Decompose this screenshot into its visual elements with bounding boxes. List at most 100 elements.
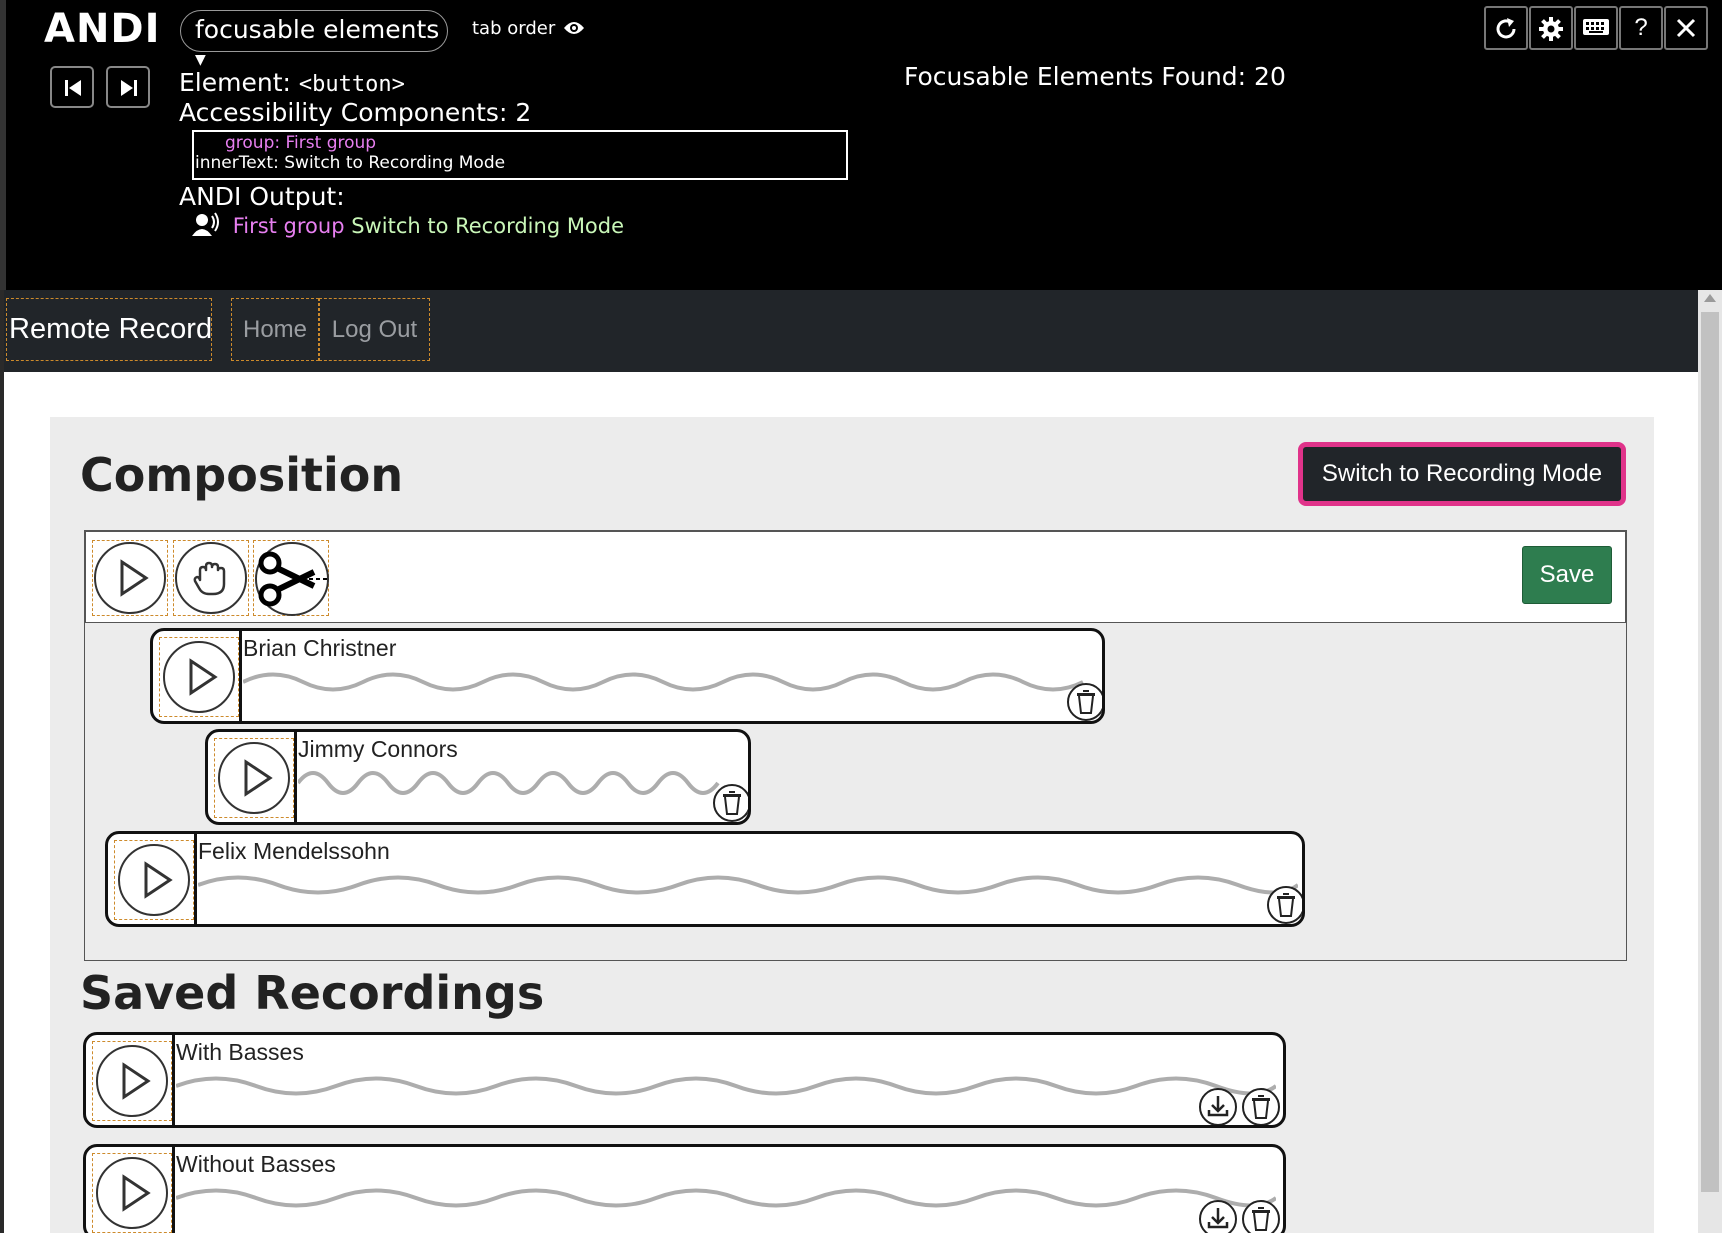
track-item: Brian Christner: [150, 628, 1105, 724]
settings-button[interactable]: [1529, 6, 1573, 50]
play-button-circle: [118, 844, 190, 916]
grab-button-circle: [175, 542, 247, 614]
trash-icon: [1277, 893, 1295, 917]
play-all-button[interactable]: [92, 540, 168, 616]
cut-tool-button[interactable]: [253, 540, 329, 616]
track-divider: [294, 732, 297, 822]
track-play-button[interactable]: [114, 840, 194, 920]
nav-logout-link[interactable]: Log Out: [319, 298, 430, 361]
trash-icon: [1252, 1095, 1270, 1119]
download-icon: [1207, 1096, 1229, 1117]
app-viewport: Remote Record Home Log Out Composition S…: [4, 290, 1698, 1233]
delete-track-button[interactable]: [1267, 886, 1302, 924]
andi-output: First group Switch to Recording Mode: [192, 212, 624, 238]
element-info: Element: <button>: [179, 68, 531, 98]
play-icon: [189, 658, 218, 696]
waveform: [176, 1188, 1276, 1208]
help-button[interactable]: ?: [1619, 6, 1663, 50]
component-row-group: group: First group: [195, 133, 846, 153]
grab-tool-button[interactable]: [173, 540, 249, 616]
play-icon: [244, 759, 273, 797]
components-count: Accessibility Components: 2: [179, 98, 532, 127]
scissors-icon: [255, 542, 329, 616]
element-label: Element:: [179, 68, 291, 97]
components-table: group: First group innerText: Switch to …: [192, 130, 848, 180]
play-icon: [144, 861, 173, 899]
scrollbar-thumb[interactable]: [1701, 312, 1719, 1192]
andi-mode-label: focusable elements: [195, 15, 440, 44]
track-item: Felix Mendelssohn: [105, 831, 1305, 927]
output-group: First group: [232, 214, 345, 238]
keyboard-icon: [1583, 19, 1609, 35]
element-value: <button>: [298, 72, 405, 97]
andi-logo: ANDI: [44, 6, 161, 52]
waveform: [298, 771, 720, 795]
delete-track-button[interactable]: [713, 784, 748, 822]
download-recording-button[interactable]: [1199, 1088, 1237, 1125]
top-navbar: Remote Record Home Log Out: [4, 290, 1698, 372]
tab-order-toggle[interactable]: tab order: [472, 18, 585, 39]
close-icon: [1676, 18, 1696, 38]
output-text: Switch to Recording Mode: [351, 214, 625, 238]
play-button-circle: [96, 1045, 168, 1117]
track-divider: [172, 1147, 175, 1233]
delete-recording-button[interactable]: [1242, 1088, 1280, 1125]
trash-icon: [1252, 1207, 1270, 1231]
download-icon: [1207, 1208, 1229, 1229]
recording-play-button[interactable]: [92, 1153, 172, 1233]
speaker-icon: [192, 212, 219, 236]
save-button[interactable]: Save: [1522, 546, 1612, 604]
recording-play-button[interactable]: [92, 1041, 172, 1121]
page-scrollbar[interactable]: [1698, 290, 1722, 1233]
help-icon: ?: [1634, 14, 1648, 41]
play-icon: [120, 559, 149, 597]
play-button-circle: [94, 542, 166, 614]
track-play-button[interactable]: [214, 738, 294, 818]
track-play-button[interactable]: [159, 637, 239, 717]
andi-mode-select[interactable]: focusable elements ▼: [180, 10, 448, 68]
play-icon: [122, 1174, 151, 1212]
play-icon: [122, 1062, 151, 1100]
refresh-icon: [1496, 18, 1516, 39]
previous-element-button[interactable]: [50, 66, 94, 108]
refresh-button[interactable]: [1484, 6, 1528, 50]
andi-output-label: ANDI Output:: [179, 182, 345, 211]
play-button-circle: [218, 742, 290, 814]
skip-next-icon: [121, 80, 137, 96]
hand-icon: [193, 561, 226, 596]
switch-recording-mode-button[interactable]: Switch to Recording Mode: [1298, 442, 1626, 506]
focusable-count: Focusable Elements Found: 20: [904, 62, 1286, 91]
delete-track-button[interactable]: [1067, 683, 1102, 721]
next-element-button[interactable]: [106, 66, 150, 108]
component-value: First group: [285, 133, 377, 153]
brand-link[interactable]: Remote Record: [6, 298, 212, 361]
track-divider: [172, 1035, 175, 1125]
skip-previous-icon: [65, 80, 81, 96]
track-divider: [239, 631, 242, 721]
scroll-up-arrow[interactable]: [1704, 294, 1716, 302]
download-recording-button[interactable]: [1199, 1200, 1237, 1233]
component-key: innerText:: [195, 153, 279, 173]
trash-icon: [1077, 690, 1095, 714]
composition-frame: Save Brian Christner Jimmy Connors Felix…: [84, 530, 1627, 961]
chevron-down-icon: ▼: [195, 52, 206, 68]
recording-item: Without Basses: [83, 1144, 1286, 1233]
recording-item: With Basses: [83, 1032, 1286, 1128]
composition-title: Composition: [80, 448, 404, 502]
component-key: group:: [225, 133, 281, 153]
waveform: [243, 672, 1084, 692]
trash-icon: [723, 791, 741, 815]
close-andi-button[interactable]: [1664, 6, 1708, 50]
andi-toolbar: ANDI focusable elements ▼ tab order Elem…: [0, 0, 1722, 290]
component-value: Switch to Recording Mode: [284, 153, 506, 173]
waveform: [198, 875, 1298, 895]
eye-icon: [563, 22, 584, 34]
waveform: [176, 1076, 1276, 1096]
component-row-innertext: innerText: Switch to Recording Mode: [195, 153, 846, 173]
keyboard-button[interactable]: [1574, 6, 1618, 50]
composition-toolbar: Save: [85, 531, 1626, 623]
play-button-circle: [96, 1157, 168, 1229]
tab-order-label: tab order: [472, 18, 556, 39]
delete-recording-button[interactable]: [1242, 1200, 1280, 1233]
nav-home-link[interactable]: Home: [231, 298, 319, 361]
